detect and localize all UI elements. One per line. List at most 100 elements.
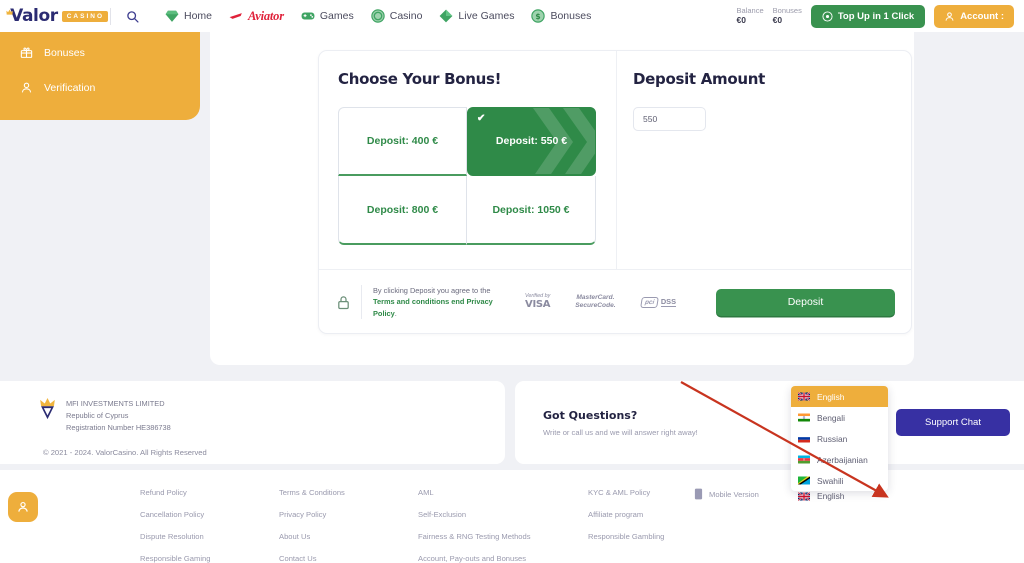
footer-column-2: Terms & Conditions Privacy Policy About … [279,488,418,563]
language-option-russian[interactable]: Russian [791,428,888,449]
footer-link[interactable]: Responsible Gaming [140,554,279,563]
footer-link[interactable]: Self-Exclusion [418,510,588,519]
footer-link[interactable]: Account, Pay-outs and Bonuses [418,554,588,563]
deposit-amount-input[interactable] [633,107,706,131]
amount-section-title: Deposit Amount [633,70,766,88]
flag-uk-icon [798,491,810,501]
logo-badge: CASINO [61,11,108,22]
footer-link[interactable]: Refund Policy [140,488,279,497]
sidebar-item-label: Verification [44,81,96,94]
terms-link[interactable]: Terms and conditions end Privacy Policy [373,297,493,317]
user-icon [21,82,32,93]
flag-russia-icon [798,434,810,443]
bonus-option-550[interactable]: ✔ Deposit: 550 € [467,107,596,176]
payment-badges: Verified by VISA MasterCard. SecureCode.… [525,293,677,309]
pci-dss-text: DSS [660,297,677,307]
deposit-button[interactable]: Deposit [716,288,895,316]
terms-disclaimer: By clicking Deposit you agree to the Ter… [373,285,497,319]
bonus-option-label: Deposit: 400 € [366,135,439,147]
nav-item-casino[interactable]: Casino [371,9,423,23]
account-button[interactable]: Account : [934,4,1014,28]
bonus-option-1050[interactable]: Deposit: 1050 € [467,176,596,245]
support-subtitle: Write or call us and we will answer righ… [543,427,698,437]
balance-label: Balance [736,6,764,15]
language-label: English [817,391,845,402]
search-icon[interactable] [121,5,143,27]
bonuses-value: €0 [772,15,783,26]
profile-fab-button[interactable] [8,492,38,522]
pci-dss-badge: pci DSS [639,296,677,308]
support-panel: Got Questions? Write or call us and we w… [515,381,1024,464]
nav-item-bonuses[interactable]: $ Bonuses [531,9,591,23]
mastercard-line2: SecureCode. [575,302,616,309]
check-icon: ✔ [477,113,486,124]
language-label: Russian [817,433,848,444]
sidebar-item-bonuses[interactable]: Bonuses [20,46,200,59]
header-actions: Balance €0 Bonuses €0 Top Up in 1 Click … [737,4,1024,28]
footer-link[interactable]: Affiliate program [588,510,727,519]
footer-link[interactable]: Responsible Gambling [588,532,727,541]
nav-item-home[interactable]: Home [165,9,212,23]
top-up-label: Top Up in 1 Click [837,10,915,22]
bonus-option-label: Deposit: 800 € [366,203,439,216]
terms-text-pre: By clicking Deposit you agree to the [373,285,491,295]
flag-india-icon [798,413,810,422]
site-logo[interactable]: Valor CASINO [0,6,108,26]
bonus-option-800[interactable]: Deposit: 800 € [338,176,467,245]
deposit-card-footer: By clicking Deposit you agree to the Ter… [319,269,911,334]
nav-label: Aviator [248,8,284,23]
coin-icon: $ [531,9,546,23]
support-text-block: Got Questions? Write or call us and we w… [543,409,698,437]
footer-divider [361,285,362,319]
nav-label: Casino [389,10,423,22]
nav-label: Home [184,10,213,22]
footer-link[interactable]: AML [418,488,588,497]
svg-text:$: $ [536,12,541,21]
footer-link[interactable]: About Us [279,532,418,541]
account-label: Account : [960,10,1004,22]
diamond-icon [440,9,453,23]
balance-value: €0 [736,15,746,26]
flag-tanzania-icon [798,476,810,485]
footer-link[interactable]: Privacy Policy [279,510,418,519]
nav-item-aviator[interactable]: Aviator [229,9,284,24]
mobile-phone-icon [694,488,703,500]
language-option-english[interactable]: English [791,386,888,407]
sidebar-item-label: Bonuses [44,46,85,59]
nav-label: Games [319,10,354,22]
support-chat-button[interactable]: Support Chat [896,409,1010,436]
footer-link[interactable]: Contact Us [279,554,418,563]
language-option-bengali[interactable]: Bengali [791,407,888,428]
language-selector[interactable]: English ⌃ [791,487,888,505]
language-option-azerbaijanian[interactable]: Azerbaijanian [791,449,888,470]
nav-item-live-games[interactable]: Live Games [439,9,514,23]
crown-icon [6,9,13,15]
company-registration: Registration Number HE386738 [66,422,171,432]
footer-link[interactable]: Cancellation Policy [140,510,279,519]
deposit-amount-section: Deposit Amount [616,51,911,269]
language-label: Swahili [817,475,844,486]
balance-display: Balance €0 [737,6,764,26]
company-info-panel: MFI INVESTMENTS LIMITED Republic of Cypr… [0,381,505,464]
copyright-text: © 2021 - 2024. ValorCasino. All Rights R… [43,447,207,457]
company-name: MFI INVESTMENTS LIMITED [66,399,165,408]
user-icon [18,501,28,512]
mobile-version-link[interactable]: Mobile Version [694,488,759,500]
nav-item-games[interactable]: Games [301,9,354,23]
gamepad-icon [301,12,315,20]
valor-crest-icon [40,398,55,420]
selected-language-label: English [817,491,845,501]
visa-badge: Verified by VISA [525,293,551,309]
nav-label: Live Games [458,10,515,22]
bonus-option-400[interactable]: Deposit: 400 € [338,107,467,176]
sidebar-item-verification[interactable]: Verification [20,81,200,94]
lock-icon [338,295,349,309]
footer-link[interactable]: Fairness & RNG Testing Methods [418,532,588,541]
gem-icon [165,10,179,22]
footer-link[interactable]: Terms & Conditions [279,488,418,497]
footer-link[interactable]: Dispute Resolution [140,532,279,541]
language-label: Azerbaijanian [817,454,868,465]
top-up-button[interactable]: Top Up in 1 Click [810,4,926,28]
mastercard-line1: MasterCard. [576,294,615,302]
user-icon [945,11,954,21]
